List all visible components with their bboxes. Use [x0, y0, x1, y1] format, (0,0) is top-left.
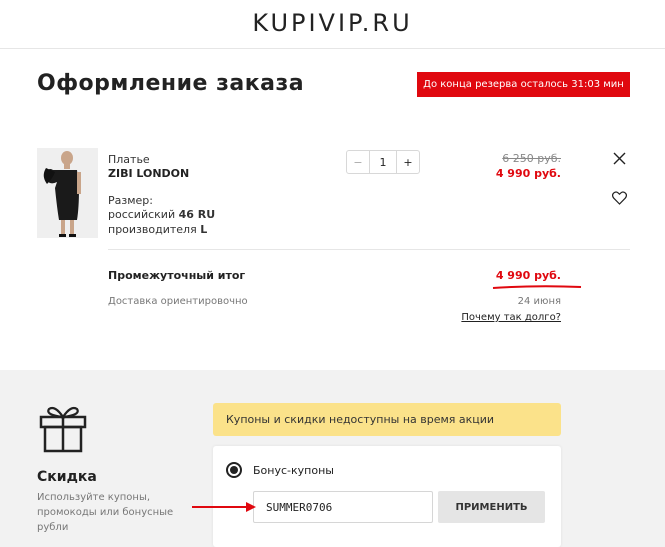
qty-decrease-button[interactable]: −	[347, 151, 370, 173]
reserve-timer-badge: До конца резерва осталось 31:03 мин	[417, 72, 630, 97]
logo[interactable]: KUPIVIP.RU	[0, 9, 665, 37]
divider	[108, 249, 630, 250]
delivery-label: Доставка ориентировочно	[108, 296, 248, 307]
product-type: Платье	[108, 153, 150, 166]
gift-icon	[39, 406, 87, 453]
discount-description: Используйте купоны, промокоды или бонусн…	[37, 492, 174, 533]
header: KUPIVIP.RU	[0, 0, 665, 49]
size-mfr: производителя L	[108, 223, 207, 236]
bonus-coupons-radio[interactable]	[226, 462, 242, 478]
arrow-right-icon	[192, 502, 256, 512]
size-ru: российский 46 RU	[108, 208, 215, 221]
old-price: 6 250 руб.	[502, 152, 561, 165]
dress-image	[37, 148, 98, 238]
discount-title: Скидка	[37, 469, 97, 485]
size-mfr-prefix: производителя	[108, 223, 197, 236]
subtotal-label: Промежуточный итог	[108, 269, 246, 282]
size-mfr-value: L	[200, 223, 208, 236]
apply-coupon-button[interactable]: ПРИМЕНИТЬ	[438, 491, 545, 523]
quantity-stepper[interactable]: − 1 +	[346, 150, 420, 174]
heart-icon[interactable]	[612, 191, 627, 205]
why-long-link[interactable]: Почему так долго?	[461, 312, 561, 323]
delivery-date: 24 июня	[517, 296, 561, 307]
product-thumbnail[interactable]	[37, 148, 98, 238]
page-title: Оформление заказа	[37, 71, 305, 96]
product-brand[interactable]: ZIBI LONDON	[108, 167, 189, 180]
qty-increase-button[interactable]: +	[396, 151, 419, 173]
close-icon[interactable]	[613, 152, 626, 165]
size-ru-value: 46 RU	[178, 208, 216, 221]
size-ru-prefix: российский	[108, 208, 176, 221]
subtotal-value: 4 990 руб.	[495, 269, 561, 282]
promo-notice-banner: Купоны и скидки недоступны на время акци…	[213, 403, 561, 436]
new-price: 4 990 руб.	[495, 167, 561, 180]
bonus-coupons-label[interactable]: Бонус-купоны	[253, 464, 334, 477]
red-underline-annotation	[492, 285, 582, 289]
qty-value[interactable]: 1	[370, 151, 396, 173]
size-label: Размер:	[108, 194, 153, 207]
coupon-code-input[interactable]	[253, 491, 433, 523]
